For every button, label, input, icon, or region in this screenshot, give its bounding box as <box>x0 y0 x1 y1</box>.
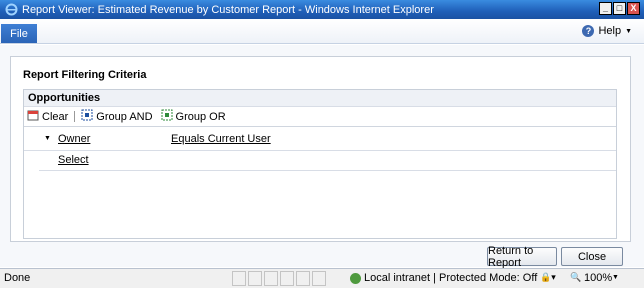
close-button[interactable]: Close <box>561 247 623 266</box>
help-icon: ? <box>582 25 595 37</box>
file-menu[interactable]: File <box>1 24 37 43</box>
minimize-button[interactable]: _ <box>599 2 612 15</box>
filter-field-link[interactable]: Owner <box>58 133 90 145</box>
clear-button[interactable]: Clear <box>27 109 68 124</box>
window-titlebar: Report Viewer: Estimated Revenue by Cust… <box>0 0 644 19</box>
group-or-label: Group OR <box>175 110 226 123</box>
report-filter-panel: Report Filtering Criteria Opportunities … <box>10 56 631 242</box>
close-window-button[interactable]: X <box>627 2 640 15</box>
clear-label: Clear <box>42 110 69 123</box>
help-label: Help <box>598 25 622 37</box>
group-or-icon <box>161 109 173 124</box>
maximize-button[interactable]: □ <box>613 2 626 15</box>
magnifier-icon: 🔍 <box>570 272 582 282</box>
help-menu[interactable]: ? Help ▼ <box>582 25 632 37</box>
group-or-button[interactable]: Group OR <box>161 109 226 124</box>
status-pane <box>232 271 246 286</box>
zoom-chevron-down-icon[interactable]: ▼ <box>612 274 619 281</box>
status-panes <box>230 271 326 286</box>
filter-row: ▼ Owner Equals Current User <box>24 130 616 151</box>
select-row: Select <box>39 151 616 171</box>
return-to-report-button[interactable]: Return to Report <box>487 245 557 269</box>
lock-icon[interactable]: 🔒▾ <box>540 272 556 283</box>
filter-operator-link[interactable]: Equals Current User <box>171 133 271 145</box>
status-pane <box>296 271 310 286</box>
chevron-down-icon: ▼ <box>625 27 632 35</box>
expand-row-icon[interactable]: ▼ <box>44 135 51 142</box>
select-field-link[interactable]: Select <box>58 154 89 166</box>
toolbar-divider <box>74 111 76 122</box>
status-pane <box>280 271 294 286</box>
status-pane <box>264 271 278 286</box>
status-text: Done <box>4 272 31 284</box>
filter-group: Opportunities Clear Group AND Group OR ▼… <box>23 89 617 239</box>
status-bar: Done Local intranet | Protected Mode: Of… <box>0 268 644 288</box>
status-pane <box>312 271 326 286</box>
window-controls: _ □ X <box>599 2 640 15</box>
group-and-button[interactable]: Group AND <box>81 109 153 124</box>
filter-toolbar: Clear Group AND Group OR <box>24 107 616 127</box>
internet-explorer-icon <box>4 3 18 17</box>
panel-title: Report Filtering Criteria <box>23 69 147 81</box>
zoom-level[interactable]: 100% <box>584 272 612 284</box>
security-zone-text[interactable]: Local intranet | Protected Mode: Off <box>364 272 537 284</box>
group-and-icon <box>81 109 93 124</box>
window-title: Report Viewer: Estimated Revenue by Cust… <box>22 3 434 16</box>
group-and-label: Group AND <box>96 110 153 123</box>
intranet-globe-icon <box>350 273 361 284</box>
status-pane <box>248 271 262 286</box>
menu-bar: File ? Help ▼ <box>0 19 644 44</box>
clear-icon <box>27 109 39 124</box>
entity-header: Opportunities <box>24 90 616 107</box>
